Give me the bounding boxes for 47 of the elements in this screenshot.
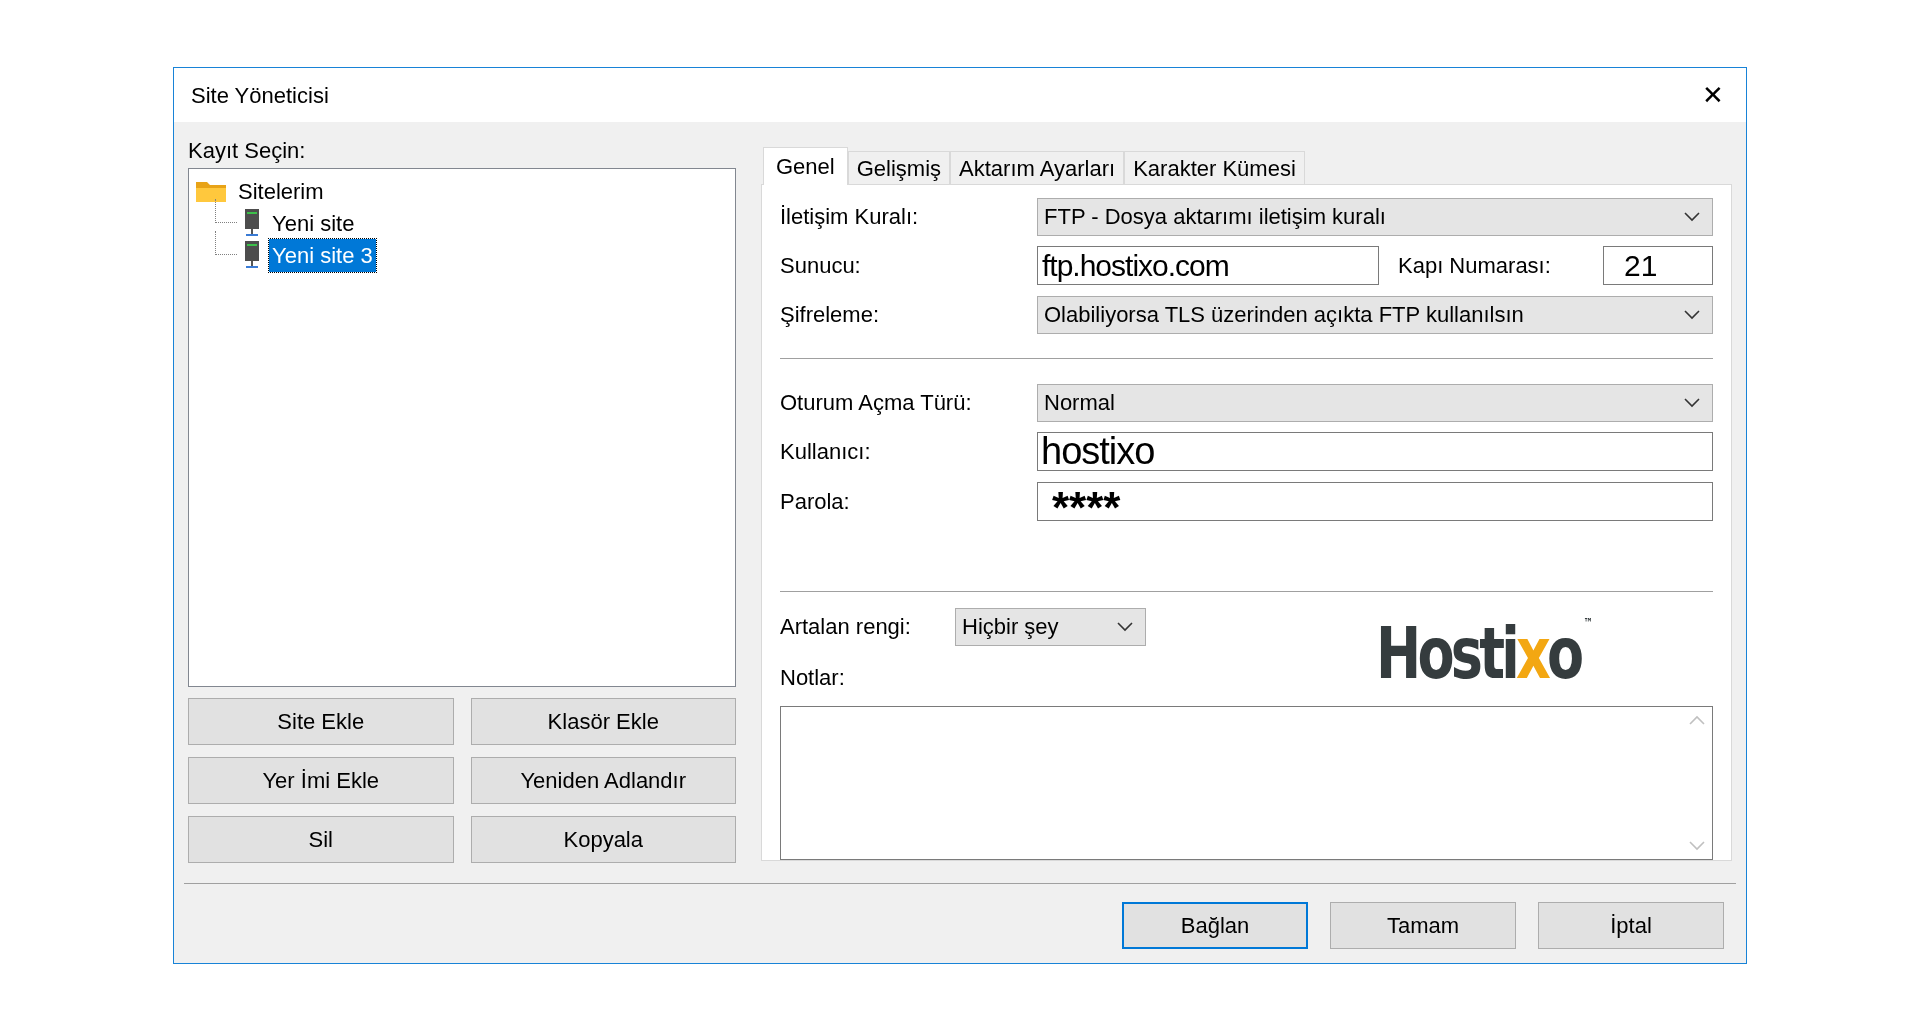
field-label: Oturum Açma Türü: xyxy=(780,389,973,418)
folder-icon xyxy=(195,179,227,204)
action-button[interactable]: Klasör Ekle xyxy=(470,698,736,745)
tree-item[interactable]: Yeni site xyxy=(269,206,358,240)
password-input[interactable]: **** xyxy=(1037,481,1713,521)
dialog-button[interactable]: İptal xyxy=(1538,902,1724,949)
dialog-button[interactable]: Tamam xyxy=(1330,902,1516,949)
field-label: Şifreleme: xyxy=(780,301,881,330)
field-label: Kullanıcı: xyxy=(780,438,872,467)
field-label: Artalan rengi: xyxy=(780,613,912,642)
tab[interactable]: Gelişmiş xyxy=(847,151,951,184)
tab[interactable]: Aktarım Ayarları xyxy=(950,151,1125,184)
field-label: Parola: xyxy=(780,487,851,516)
action-button[interactable]: Yer İmi Ekle xyxy=(188,757,454,804)
port-input[interactable]: 21 xyxy=(1603,246,1713,286)
scroll-up-icon[interactable] xyxy=(1689,715,1705,726)
field-label: Sunucu: xyxy=(780,252,862,281)
action-button[interactable]: Yeniden Adlandır xyxy=(470,757,736,804)
hostixo-logo: Hostixo™ xyxy=(1376,612,1593,693)
dropdown[interactable]: FTP - Dosya aktarımı iletişim kuralı xyxy=(1037,197,1713,236)
dropdown[interactable]: Hiçbir şey xyxy=(955,607,1146,646)
tree-item[interactable]: Yeni site 3 xyxy=(269,238,376,272)
tab[interactable]: Karakter Kümesi xyxy=(1124,151,1305,184)
chevron-down-icon xyxy=(1684,397,1700,408)
chevron-down-icon xyxy=(1684,309,1700,320)
tab[interactable]: Genel xyxy=(763,147,848,185)
dropdown[interactable]: Olabiliyorsa TLS üzerinden açıkta FTP kullanılsın xyxy=(1037,295,1713,334)
window-title: Site Yöneticisi xyxy=(191,81,329,110)
field-label: Notlar: xyxy=(780,663,846,692)
action-button[interactable]: Site Ekle xyxy=(188,698,454,745)
tree-item[interactable]: Sitelerim xyxy=(235,174,327,208)
field-label: Kapı Numarası: xyxy=(1398,252,1552,281)
dialog-button[interactable]: Bağlan xyxy=(1122,902,1308,949)
close-button[interactable]: ✕ xyxy=(1688,75,1738,115)
chevron-down-icon xyxy=(1684,211,1700,222)
scroll-down-icon[interactable] xyxy=(1689,841,1705,851)
host-input[interactable]: ftp.hostixo.com xyxy=(1037,246,1379,286)
server-icon xyxy=(243,209,261,238)
notes-textarea[interactable] xyxy=(780,706,1713,860)
action-button[interactable]: Sil xyxy=(188,816,454,863)
field-label: İletişim Kuralı: xyxy=(780,203,920,232)
server-icon xyxy=(243,241,261,270)
tree-label: Kayıt Seçin: xyxy=(188,137,307,165)
dropdown[interactable]: Normal xyxy=(1037,383,1713,422)
chevron-down-icon xyxy=(1117,621,1133,632)
action-button[interactable]: Kopyala xyxy=(470,816,736,863)
username-input[interactable]: hostixo xyxy=(1037,432,1713,472)
